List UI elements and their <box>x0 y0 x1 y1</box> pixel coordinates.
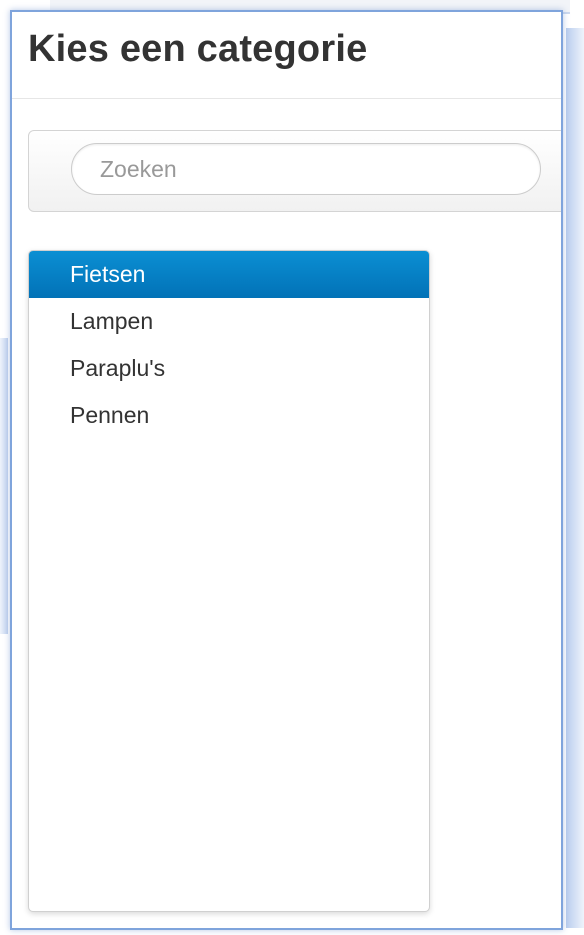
background-window-edge-right <box>566 28 584 928</box>
search-input[interactable] <box>71 143 541 195</box>
category-list: Fietsen Lampen Paraplu's Pennen <box>28 250 430 912</box>
category-dialog: Kies een categorie Fietsen Lampen Parapl… <box>10 10 563 930</box>
list-item-lampen[interactable]: Lampen <box>29 298 429 345</box>
dialog-title: Kies een categorie <box>28 28 368 70</box>
list-item-fietsen[interactable]: Fietsen <box>29 251 429 298</box>
dialog-header: Kies een categorie <box>12 12 561 99</box>
list-item-paraplus[interactable]: Paraplu's <box>29 345 429 392</box>
list-item-pennen[interactable]: Pennen <box>29 392 429 439</box>
search-bar <box>28 130 561 212</box>
background-window-edge-left <box>0 338 8 634</box>
